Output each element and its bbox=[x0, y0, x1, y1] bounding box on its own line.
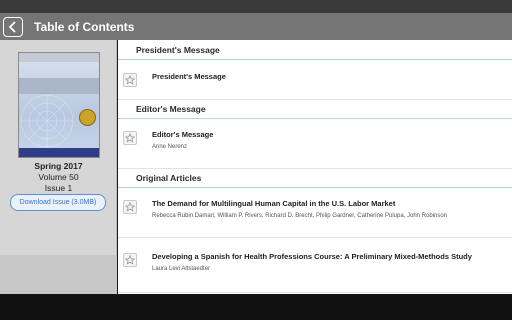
list-item[interactable]: The Demand for Multilingual Human Capita… bbox=[118, 188, 512, 238]
page-title: Table of Contents bbox=[34, 19, 135, 34]
favorite-button[interactable] bbox=[123, 200, 137, 214]
download-issue-button[interactable]: Download Issue (3.0MB) bbox=[10, 194, 106, 211]
back-button[interactable] bbox=[3, 16, 23, 37]
section-header-editors-message: Editor's Message bbox=[118, 99, 512, 119]
toc-list: President's Message President's Message … bbox=[118, 40, 512, 294]
chevron-left-icon bbox=[8, 20, 16, 33]
cover-bottom-band bbox=[19, 148, 99, 157]
section-header-presidents-message: President's Message bbox=[118, 40, 512, 60]
issue-sidebar: Spring 2017 Volume 50 Issue 1 Download I… bbox=[0, 40, 117, 320]
list-item[interactable]: Developing a Spanish for Health Professi… bbox=[118, 241, 512, 291]
star-icon bbox=[125, 75, 135, 85]
section-header-original-articles: Original Articles bbox=[118, 168, 512, 188]
favorite-button[interactable] bbox=[123, 73, 137, 87]
star-icon bbox=[125, 255, 135, 265]
issue-volume: Volume 50 bbox=[38, 172, 79, 182]
divider bbox=[118, 237, 512, 238]
list-item[interactable]: Editor's Message Anne Nerenz bbox=[118, 119, 512, 165]
issue-season: Spring 2017 bbox=[34, 161, 83, 171]
article-authors: Anne Nerenz bbox=[152, 144, 188, 150]
article-title: Developing a Spanish for Health Professi… bbox=[152, 252, 472, 261]
star-icon bbox=[125, 133, 135, 143]
issue-cover-image[interactable] bbox=[18, 52, 100, 158]
article-authors: Laura Levi Altstaedter bbox=[152, 266, 211, 272]
favorite-button[interactable] bbox=[123, 253, 137, 267]
cover-pattern bbox=[20, 94, 74, 148]
system-navigation-bar bbox=[0, 294, 512, 320]
favorite-button[interactable] bbox=[123, 131, 137, 145]
article-title: Editor's Message bbox=[152, 130, 214, 139]
article-authors: Rebecca Rubin Damari, William P. Rivers,… bbox=[152, 213, 448, 219]
app-bar: Table of Contents bbox=[0, 13, 512, 40]
divider bbox=[118, 292, 512, 293]
article-title: President's Message bbox=[152, 72, 226, 81]
article-title: The Demand for Multilingual Human Capita… bbox=[152, 199, 396, 208]
issue-number: Issue 1 bbox=[44, 183, 73, 193]
cover-seal bbox=[79, 109, 96, 126]
star-icon bbox=[125, 202, 135, 212]
status-bar bbox=[0, 0, 512, 13]
